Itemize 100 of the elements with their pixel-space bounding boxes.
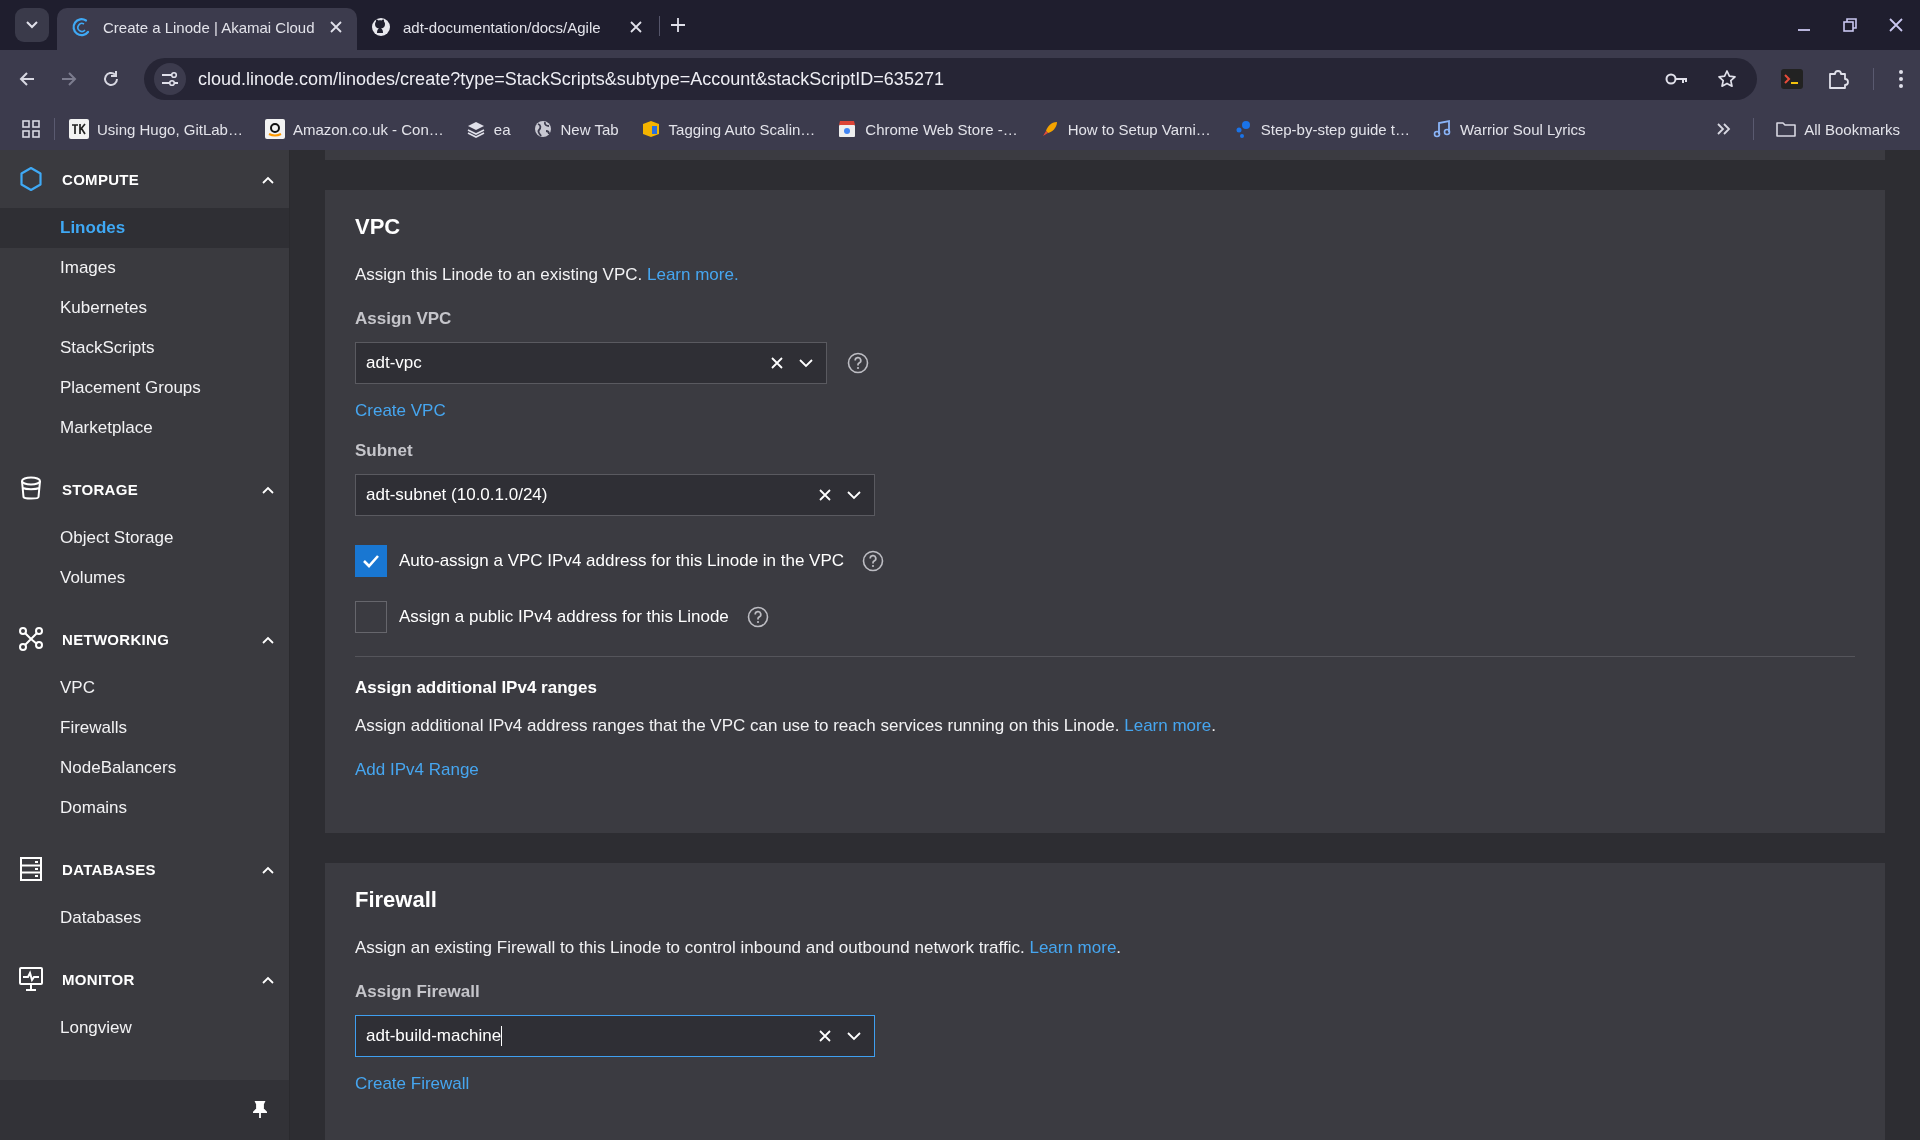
learn-more-link[interactable]: Learn more. [647,265,739,284]
description-text: Assign additional IPv4 address ranges that the VPC can use to reach services running on this Linode. Learn more. [355,715,1217,737]
globe-icon [532,119,553,139]
puzzle-icon[interactable] [1827,68,1849,90]
tab-search-button[interactable] [15,8,49,42]
bookmark[interactable]: Warrior Soul Lyrics [1432,119,1586,139]
checkbox[interactable] [355,601,387,633]
hexagon-icon [19,166,43,192]
field-label: Assign Firewall [355,981,481,1003]
bookmark[interactable]: Amazon.co.uk - Con… [264,119,444,139]
nav-section-header[interactable]: NETWORKING [0,610,289,668]
clear-icon[interactable] [818,488,832,502]
bookmark[interactable]: Chrome Web Store -… [837,119,1018,139]
bookmark[interactable]: New Tab [532,119,619,139]
chevron-up-icon [261,634,275,645]
checkmark-icon [362,554,380,568]
checkbox-label: Assign a public IPv4 address for this Linode [399,607,729,627]
bookmark[interactable]: Tagging Auto Scalin… [640,119,816,139]
field-label: Assign VPC [355,308,453,330]
help-icon[interactable] [862,550,885,572]
key-icon[interactable] [1665,71,1689,87]
card-title: Firewall [355,886,438,914]
url-text: cloud.linode.com/linodes/create?type=StackScripts&subtype=Account&stackScriptID=635271 [198,68,945,90]
nav-item[interactable]: Marketplace [0,408,289,448]
star-icon[interactable] [1717,69,1737,89]
action-link[interactable]: Add IPv4 Range [355,757,479,783]
reload-icon[interactable] [102,70,120,88]
network-nodes-icon [18,627,44,651]
tk-logo-icon [69,119,89,139]
layers-icon [465,119,486,139]
close-icon[interactable] [1888,17,1904,33]
clear-icon[interactable] [818,1029,832,1043]
address-bar[interactable]: cloud.linode.com/linodes/create?type=StackScripts&subtype=Account&stackScriptID=635271 [144,58,1757,100]
learn-more-link[interactable]: Learn more [1029,938,1117,957]
folder-icon [1776,121,1797,137]
section-subheading: Assign additional IPv4 ranges [355,677,598,699]
tab-title: Create a Linode | Akamai Cloud [103,18,316,36]
smile-arrow-logo-icon [264,119,285,139]
octocat-icon [371,17,391,37]
select-field[interactable]: adt-build-machine [355,1015,875,1057]
close-icon[interactable] [329,20,343,34]
bookmark[interactable]: How to Setup Varni… [1039,119,1211,139]
action-link[interactable]: Create Firewall [355,1071,470,1097]
browser-tab[interactable]: adt-documentation/docs/Agile [357,8,657,50]
card-title: VPC [355,213,402,241]
monitor-pulse-icon [18,966,44,992]
nav-item[interactable]: VPC [0,668,289,708]
nav-section-header[interactable]: COMPUTE [0,150,289,208]
select-field[interactable]: adt-vpc [355,342,827,384]
nav-item[interactable]: Linodes [0,208,289,248]
server-stack-icon [19,856,43,882]
field-label: Subnet [355,440,414,462]
nav-item[interactable]: Databases [0,898,289,938]
close-icon[interactable] [629,20,643,34]
bookmark[interactable]: ea [465,119,511,139]
nav-item[interactable]: Volumes [0,558,289,598]
action-link[interactable]: Create VPC [355,398,446,424]
bookmark[interactable]: Step-by-step guide t… [1232,119,1410,139]
nav-item[interactable]: Object Storage [0,518,289,558]
plus-icon[interactable] [670,17,686,33]
forward-arrow-icon[interactable] [60,70,78,88]
description-text: Assign an existing Firewall to this Linode to control inbound and outbound network traffic. Learn more. [355,937,1123,959]
nav-item[interactable]: Kubernetes [0,288,289,328]
chevron-down-icon[interactable] [846,490,862,500]
music-notes-icon [1432,119,1452,139]
chevron-down-icon[interactable] [798,358,814,368]
nav-item[interactable]: Firewalls [0,708,289,748]
double-chevron-icon[interactable] [1717,123,1732,135]
nav-item[interactable]: Images [0,248,289,288]
nav-section-header[interactable]: STORAGE [0,460,289,518]
more-vertical-icon[interactable] [1898,69,1904,89]
restore-icon[interactable] [1842,17,1858,33]
all-bookmarks-button[interactable]: All Bookmarks [1776,120,1900,138]
select-field[interactable]: adt-subnet (10.0.1.0/24) [355,474,875,516]
nav-item[interactable]: Domains [0,788,289,828]
pin-icon[interactable] [253,1101,267,1119]
site-settings-icon[interactable] [161,71,179,87]
chevron-up-icon [261,174,275,185]
nav-item[interactable]: Longview [0,1008,289,1048]
terminal-icon[interactable] [1781,69,1803,89]
chevron-down-icon[interactable] [846,1031,862,1041]
browser-tab[interactable]: Create a Linode | Akamai Cloud [57,8,357,50]
chevron-up-icon [261,864,275,875]
checkbox[interactable] [355,545,387,577]
description-text: Assign this Linode to an existing VPC. Learn more. [355,264,740,286]
help-icon[interactable] [847,352,869,374]
chevron-up-icon [261,484,275,495]
nav-item[interactable]: StackScripts [0,328,289,368]
nav-item[interactable]: NodeBalancers [0,748,289,788]
back-arrow-icon[interactable] [18,70,36,88]
learn-more-link[interactable]: Learn more [1124,716,1212,735]
help-icon[interactable] [746,606,769,628]
nav-section-header[interactable]: DATABASES [0,840,289,898]
bookmark[interactable]: Using Hugo, GitLab… [69,119,243,139]
clear-icon[interactable] [770,356,784,370]
box-icon [640,119,661,139]
nav-item[interactable]: Placement Groups [0,368,289,408]
apps-grid-icon[interactable] [22,120,40,138]
chevron-down-icon [25,20,39,30]
nav-section-header[interactable]: MONITOR [0,950,289,1008]
